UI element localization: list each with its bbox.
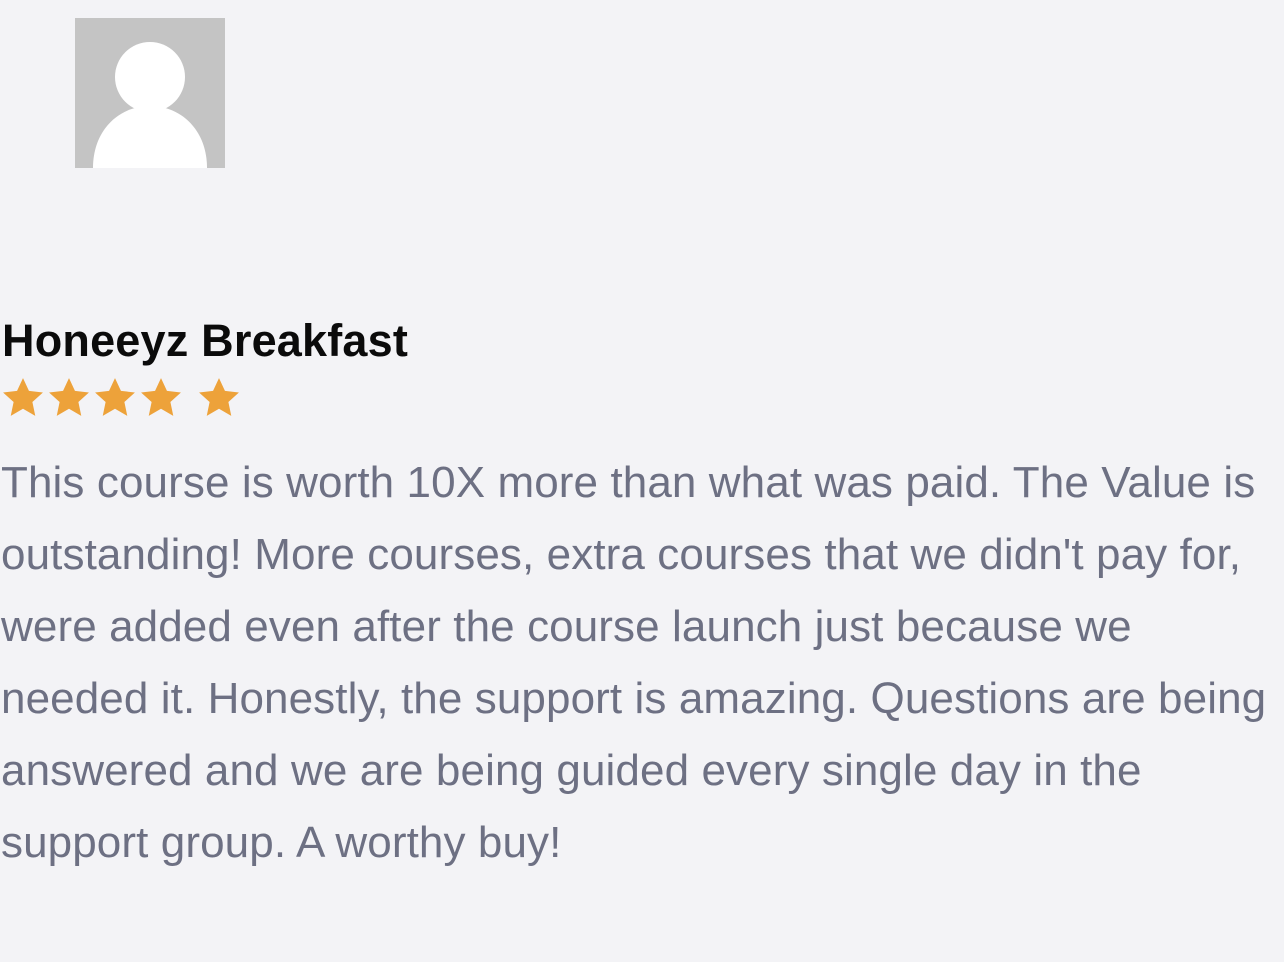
star-rating: [0, 374, 242, 422]
star-icon: [3, 378, 43, 416]
review-text: This course is worth 10X more than what …: [1, 458, 1267, 867]
star-icon: [199, 378, 239, 416]
review-card: Honeeyz Breakfast This course is worth 1…: [0, 0, 1284, 962]
default-user-avatar-icon: [75, 18, 225, 168]
star-icon: [95, 378, 135, 416]
star-icon: [141, 378, 181, 416]
avatar: [75, 18, 225, 168]
star-icon: [49, 378, 89, 416]
reviewer-name: Honeeyz Breakfast: [2, 315, 409, 366]
